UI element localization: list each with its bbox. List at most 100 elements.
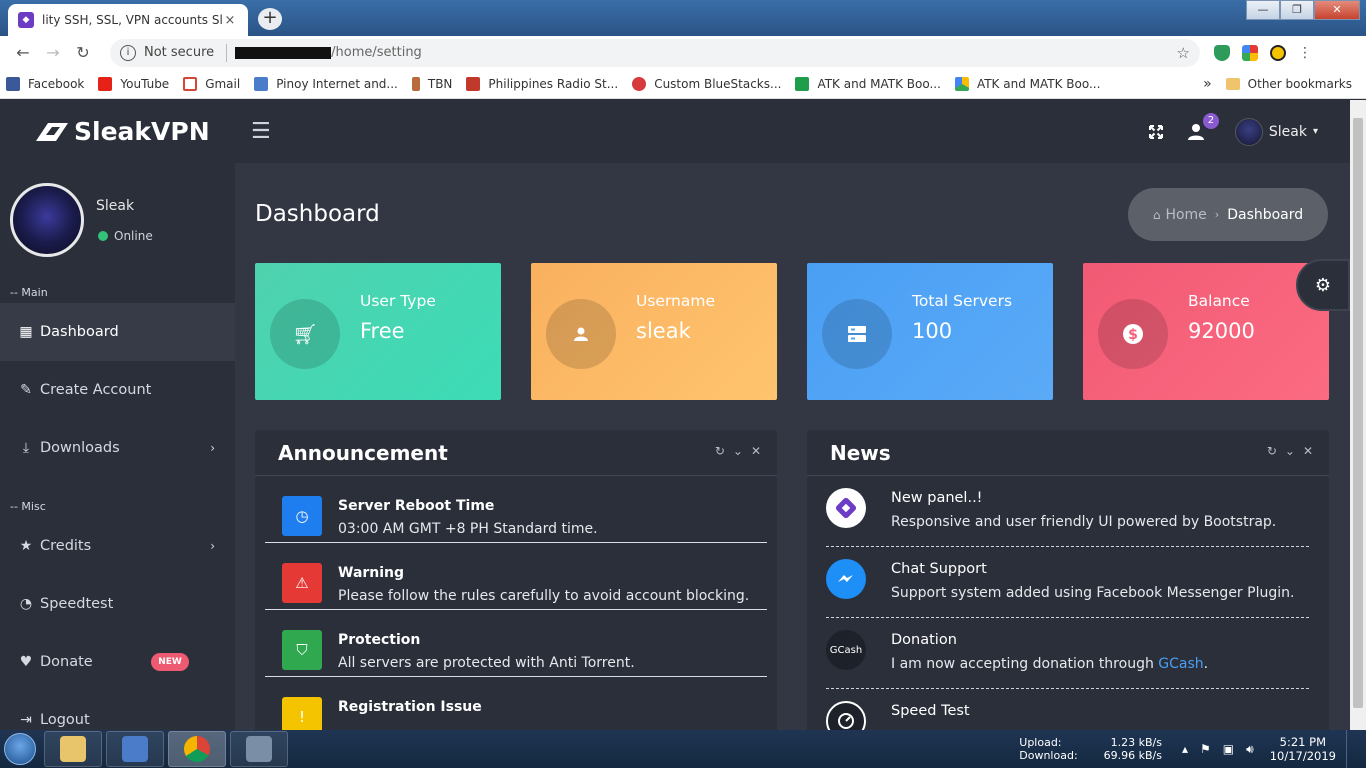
notifications-button[interactable]: 2 [1185,112,1219,143]
close-icon[interactable]: ✕ [751,444,761,458]
minimize-button[interactable]: — [1246,0,1280,20]
speedometer-icon [826,701,866,730]
announcement-panel: Announcement ↻ ⌄ ✕ ◷ Server Reboot Time … [255,430,777,730]
info-icon[interactable]: i [120,44,136,61]
url-path[interactable]: /home/setting [331,45,422,60]
taskbar-explorer[interactable] [44,731,102,767]
sidebar-item-create-account[interactable]: ✎ Create Account [0,361,235,419]
user-menu-name[interactable]: Sleak [1269,124,1307,140]
breadcrumb-home[interactable]: ⌂ Home [1153,207,1207,223]
fullscreen-button[interactable] [1145,121,1167,143]
star-icon: ★ [19,538,33,554]
browser-toolbar: ← → ↻ i Not secure /home/setting ☆ ⋮ [0,36,1366,69]
hamburger-menu-icon[interactable]: ☰ [251,119,271,144]
reload-icon[interactable]: ↻ [68,43,98,62]
stat-label: Balance [1188,292,1250,310]
navbar-right: 2 Sleak ▾ [1127,112,1350,146]
windows-logo-icon [4,733,36,765]
collapse-icon[interactable]: ⌄ [733,444,743,458]
breadcrumb-separator-icon: › [1214,208,1220,221]
bookmark-item[interactable]: Gmail [183,76,240,91]
chevron-down-icon[interactable]: ▾ [1313,126,1318,137]
news-item: New panel..! Responsive and user friendl… [826,476,1309,547]
bookmark-item[interactable]: TBN [411,76,452,91]
profile-name: Sleak [96,198,135,214]
collapse-icon[interactable]: ⌄ [1285,444,1295,458]
logout-icon: ⇥ [20,712,32,728]
site-favicon-icon: ◆ [18,12,34,28]
forward-arrow-icon[interactable]: → [38,43,68,62]
more-bookmarks-icon[interactable]: » [1203,76,1212,92]
sidebar-item-credits[interactable]: ★ Credits › [0,517,235,575]
volume-icon[interactable]: 🔊︎ [1246,742,1254,757]
stat-value: Free [360,319,405,343]
heart-icon: ♥ [19,654,33,670]
close-window-button[interactable]: ✕ [1314,0,1360,20]
taskbar-chrome[interactable] [168,731,226,767]
colorful-extension-icon[interactable] [1242,44,1258,61]
main-content: Dashboard ⌂ Home › Dashboard ⚙ 🛒︎ User T… [235,163,1350,730]
sidebar-item-donate[interactable]: ♥ Donate NEW [0,633,235,691]
redacted-domain [235,46,332,59]
bootstrap-icon [826,488,866,528]
news-item: Chat Support Support system added using … [826,547,1309,618]
sidebar-item-label: Speedtest [40,596,114,612]
address-bar[interactable]: i Not secure /home/setting ☆ [110,38,1200,67]
brand[interactable]: SleakVPN [0,100,235,163]
shield-icon: ⛉ [282,630,322,670]
app-viewport: SleakVPN ☰ 2 Sleak ▾ Sleak Online -- Mai… [0,100,1366,730]
clock[interactable]: 5:21 PM 10/17/2019 [1270,735,1336,763]
bookmark-item[interactable]: ATK and MATK Boo... [954,76,1100,91]
gcash-link[interactable]: GCash [1158,656,1203,672]
avatar[interactable] [1234,117,1263,146]
news-title: Chat Support [891,561,987,577]
refresh-icon[interactable]: ↻ [1267,444,1277,458]
network-icon [122,736,148,762]
bookmark-item[interactable]: Philippines Radio St... [466,76,618,91]
taskbar-network-app[interactable] [106,731,164,767]
network-tray-icon[interactable]: ▣ [1223,742,1234,756]
page-scrollbar[interactable] [1350,100,1366,730]
settings-gear-button[interactable]: ⚙ [1296,259,1350,311]
not-secure-label[interactable]: Not secure [144,45,214,60]
taskbar-vpn-app[interactable] [230,731,288,767]
tray-expand-icon[interactable]: ▴ [1182,742,1188,756]
stat-label: Total Servers [912,292,1013,310]
sidebar-item-logout[interactable]: ⇥ Logout [0,691,235,730]
new-tab-button[interactable]: + [258,8,282,30]
facebook-icon [6,76,20,91]
bookmark-item[interactable]: YouTube [98,76,169,91]
flag-icon[interactable]: ⚑ [1200,742,1211,756]
tab-close-icon[interactable]: × [222,13,238,28]
maximize-button[interactable]: ❐ [1280,0,1314,20]
sidebar-item-speedtest[interactable]: ◔ Speedtest [0,575,235,633]
announcement-item: ⚠ Warning Please follow the rules carefu… [265,543,767,610]
sidebar-item-dashboard[interactable]: ▦ Dashboard [0,303,235,361]
browser-tab[interactable]: ◆ lity SSH, SSL, VPN accounts Sleak × [8,4,248,36]
bookmark-item[interactable]: Pinoy Internet and... [254,76,398,91]
refresh-icon[interactable]: ↻ [715,444,725,458]
news-desc: Support system added using Facebook Mess… [891,585,1295,601]
bookmark-item[interactable]: ATK and MATK Boo... [795,76,941,91]
close-icon[interactable]: ✕ [1303,444,1313,458]
bookmark-item[interactable]: Custom BlueStacks... [632,76,781,91]
sidebar-item-downloads[interactable]: ⤓ Downloads › [0,419,235,477]
windows-taskbar: Upload: 1.23 kB/s Download: 69.96 kB/s ▴ ⚑… [0,730,1366,768]
sidebar-item-label: Dashboard [40,324,119,340]
bookmark-item[interactable]: Facebook [6,76,84,91]
chrome-menu-icon[interactable]: ⋮ [1298,45,1312,61]
back-arrow-icon[interactable]: ← [8,43,38,62]
start-button[interactable] [0,730,40,768]
bookmark-star-icon[interactable]: ☆ [1177,44,1190,62]
radio-icon [466,76,481,91]
announcement-title: Server Reboot Time [338,498,495,514]
scrollbar-thumb[interactable] [1353,118,1363,708]
sidebar: Sleak Online -- Main ▦ Dashboard ✎ Creat… [0,163,235,730]
sidebar-profile: Sleak Online [0,163,235,283]
show-desktop-button[interactable] [1346,730,1358,768]
stat-value: 100 [912,319,953,343]
sidebar-item-label: Donate [40,654,93,670]
other-bookmarks[interactable]: Other bookmarks [1225,77,1352,91]
profile-extension-icon[interactable] [1270,44,1286,61]
shield-extension-icon[interactable] [1214,44,1230,61]
